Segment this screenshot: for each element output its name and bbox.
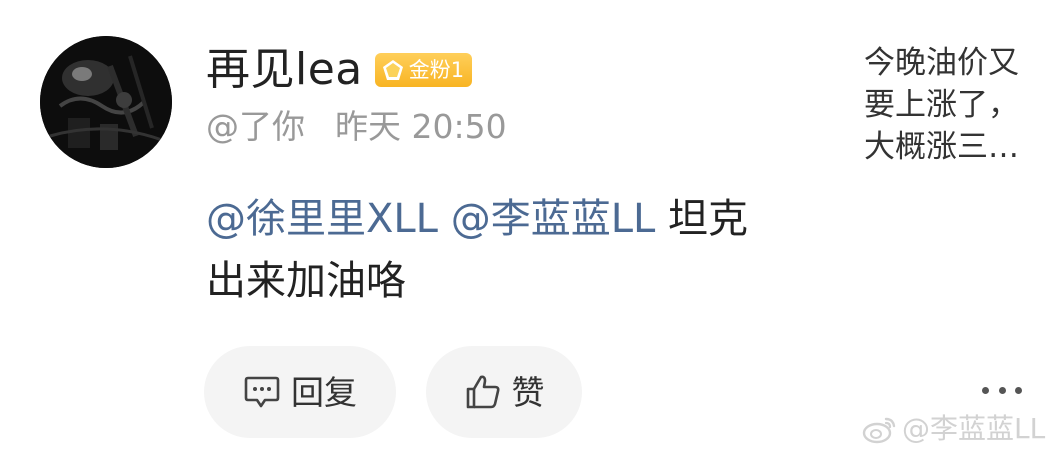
mention-link[interactable]: @李蓝蓝LL (451, 196, 656, 242)
dot (998, 386, 1006, 394)
diamond-icon (382, 60, 403, 80)
comment-line-2: 出来加油咯 (206, 258, 406, 304)
watermark: @李蓝蓝LL (862, 414, 1045, 444)
handle-text: @了你 (206, 107, 305, 146)
mention-link[interactable]: @徐里里XLL (206, 196, 438, 242)
like-label: 赞 (511, 372, 545, 412)
dot (1015, 386, 1022, 394)
fan-badge[interactable]: 金粉1 (374, 53, 473, 87)
comment-body: @徐里里XLL @李蓝蓝LL 坦克 出来加油咯 (206, 188, 826, 312)
avatar-image (40, 36, 172, 168)
like-button[interactable]: 赞 (426, 346, 582, 438)
comment-screen: 再见lea 金粉1 @了你 昨天 20:50 @徐里里XLL @李蓝蓝LL 坦克… (0, 0, 1052, 456)
username-row: 再见lea 金粉1 (206, 40, 473, 100)
watermark-text: @李蓝蓝LL (902, 412, 1046, 445)
timestamp: 昨天 20:50 (335, 107, 507, 146)
comment-line-1: @徐里里XLL @李蓝蓝LL 坦克 (206, 188, 826, 250)
badge-label: 金粉1 (408, 57, 465, 82)
post-preview-text[interactable]: 今晚油价又要上涨了，大概涨三… (864, 42, 1044, 168)
comment-text: 坦克 (668, 196, 748, 242)
comment-bubble-icon (244, 376, 280, 408)
username[interactable]: 再见lea (206, 48, 363, 92)
reply-button[interactable]: 回复 (204, 346, 396, 438)
reply-label: 回复 (291, 372, 357, 412)
comment-meta: @了你 昨天 20:50 (206, 110, 507, 143)
dot (982, 386, 989, 394)
more-dots-icon[interactable] (982, 380, 1022, 400)
thumbs-up-icon (466, 375, 499, 409)
weibo-logo-icon (862, 417, 896, 444)
avatar[interactable] (40, 36, 172, 168)
